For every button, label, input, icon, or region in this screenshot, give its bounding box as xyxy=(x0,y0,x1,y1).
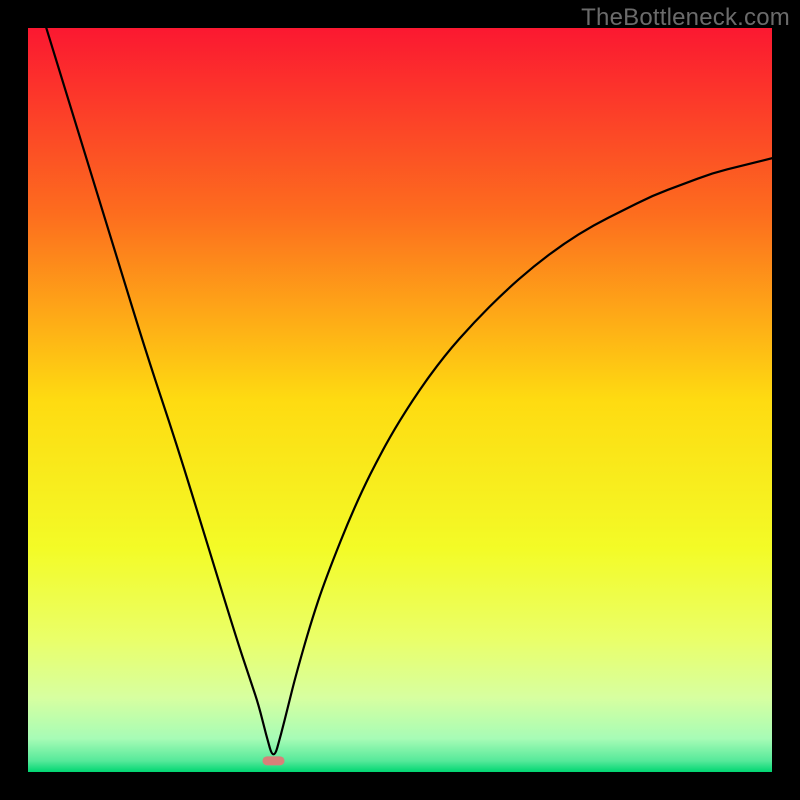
plot-area xyxy=(28,28,772,772)
chart-frame: TheBottleneck.com xyxy=(0,0,800,800)
chart-svg xyxy=(28,28,772,772)
gradient-background xyxy=(28,28,772,772)
optimum-marker xyxy=(263,756,285,765)
